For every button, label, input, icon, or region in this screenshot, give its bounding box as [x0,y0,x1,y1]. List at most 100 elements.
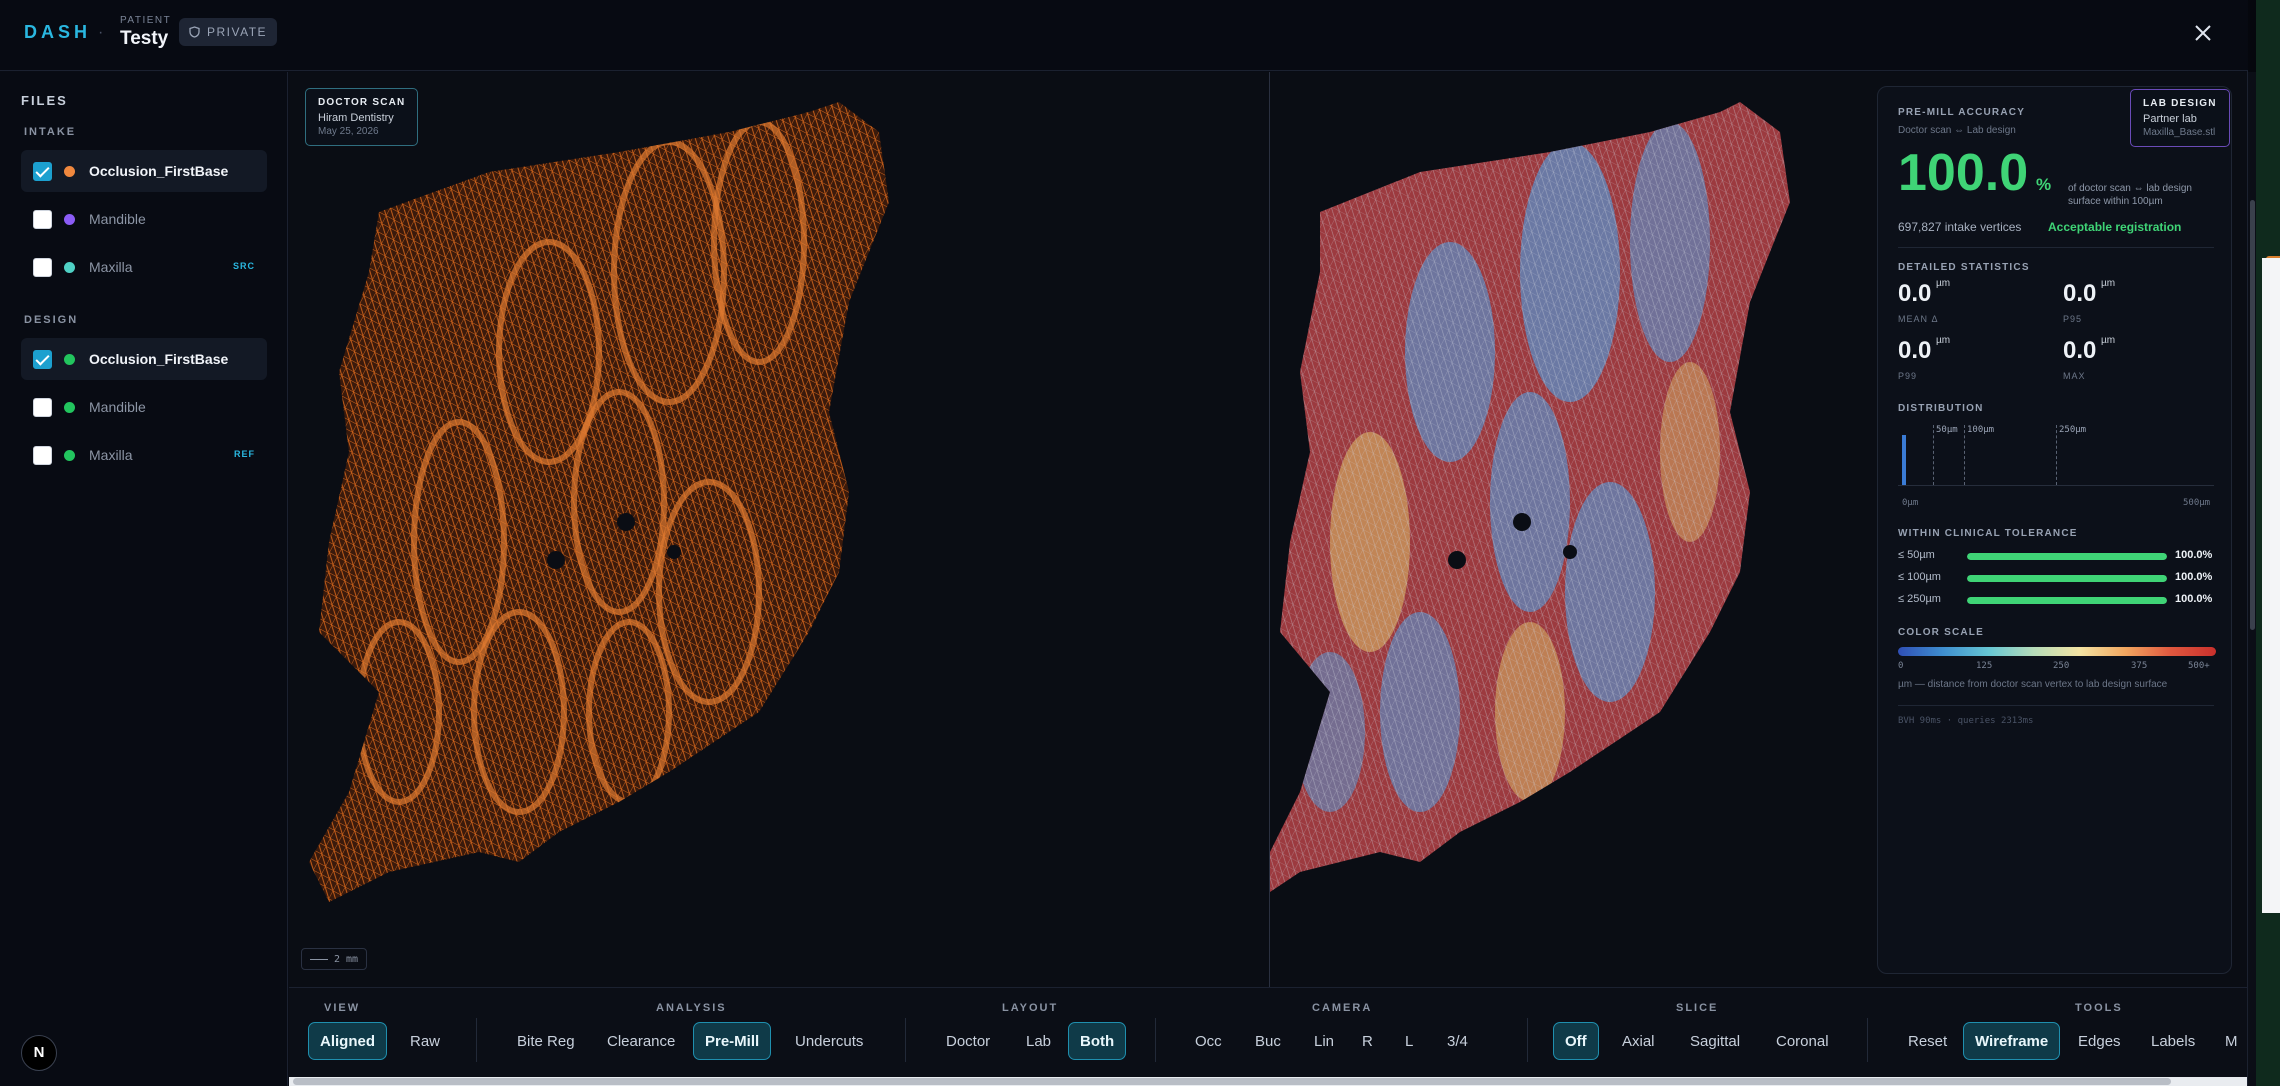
checkbox[interactable] [33,210,52,229]
vertical-scroll-thumb[interactable] [2250,200,2255,630]
src-tag: SRC [232,261,255,271]
analysis-clearance-button[interactable]: Clearance [595,1022,687,1060]
color-dot [64,354,75,365]
mark-50 [1933,425,1934,485]
camera-buc-button[interactable]: Buc [1243,1022,1293,1060]
analysis-undercuts-button[interactable]: Undercuts [783,1022,875,1060]
distribution-heading: DISTRIBUTION [1898,403,1984,414]
checkbox[interactable] [33,446,52,465]
nav-badge[interactable]: N [21,1035,57,1071]
tools-reset-button[interactable]: Reset [1896,1022,1959,1060]
slice-coronal-button[interactable]: Coronal [1764,1022,1841,1060]
file-name: Maxilla [89,447,133,463]
color-dot [64,166,75,177]
privacy-label: PRIVATE [207,25,268,39]
registration-status: Acceptable registration [2048,220,2182,234]
slice-axial-button[interactable]: Axial [1610,1022,1667,1060]
scale-tick-375: 375 [2131,661,2148,671]
file-item-design-mandible[interactable]: Mandible [21,386,267,428]
close-button[interactable] [2188,18,2218,48]
accuracy-unit: % [2036,175,2052,194]
layout-both-button[interactable]: Both [1068,1022,1127,1060]
dist-max-label: 500µm [2183,498,2211,508]
tools-edges-button[interactable]: Edges [2066,1022,2133,1060]
camera-occ-button[interactable]: Occ [1183,1022,1234,1060]
view-raw-button[interactable]: Raw [398,1022,452,1060]
doctor-scan-mesh[interactable] [289,72,1269,987]
slice-sagittal-button[interactable]: Sagittal [1678,1022,1752,1060]
analysis-bite-reg-button[interactable]: Bite Reg [505,1022,587,1060]
stat-max-label: MAX [2063,371,2086,381]
doctor-scan-label: DOCTOR SCAN Hiram Dentistry May 25, 2026 [305,88,419,146]
file-item-intake-mandible[interactable]: Mandible [21,198,267,240]
tools-more-button[interactable]: M [2213,1022,2239,1060]
scroll-thumb[interactable] [293,1078,2171,1085]
top-bar: DASH · PATIENT Testy PRIVATE [0,0,2248,71]
separator [905,1018,906,1062]
group-label-intake: INTAKE [24,126,77,138]
tools-wireframe-button[interactable]: Wireframe [1963,1022,2061,1060]
group-slice-label: SLICE [1676,1002,1719,1014]
file-name: Mandible [89,211,146,227]
file-item-intake-occlusion[interactable]: Occlusion_FirstBase [21,150,267,192]
separator [1527,1018,1528,1062]
color-scale-gradient [1898,647,2216,656]
horizontal-scrollbar[interactable] [289,1077,2247,1086]
layout-lab-button[interactable]: Lab [1014,1022,1063,1060]
checkbox[interactable] [33,162,52,181]
group-view-label: VIEW [324,1002,361,1014]
mark-250 [2056,425,2057,485]
file-name: Occlusion_FirstBase [89,351,229,367]
stat-max-unit: µm [2101,335,2116,346]
slice-off-button[interactable]: Off [1553,1022,1599,1060]
tools-labels-button[interactable]: Labels [2139,1022,2207,1060]
group-label-design: DESIGN [24,314,79,326]
camera-l-button[interactable]: L [1393,1022,1425,1060]
tol-50-bar [1967,553,2167,560]
stat-mean-label: MEAN Δ [1898,314,1939,324]
group-camera-label: CAMERA [1312,1002,1373,1014]
tol-250-label: ≤ 250µm [1898,593,1941,605]
files-sidebar: FILES INTAKE Occlusion_FirstBase Mandibl… [0,72,288,1086]
lab-design-label: LAB DESIGN Partner lab Maxilla_Base.stl [2130,89,2230,147]
divider [1898,705,2214,706]
lab-design-title: LAB DESIGN [2143,98,2217,109]
scale-bar: 2 mm [301,948,368,970]
scale-tick-250: 250 [2053,661,2070,671]
camera-lin-button[interactable]: Lin [1302,1022,1346,1060]
checkbox[interactable] [33,350,52,369]
color-dot [64,450,75,461]
background-panel [2262,258,2280,913]
divider [1898,247,2214,248]
separator [1155,1018,1156,1062]
bottom-toolbar: VIEW Aligned Raw ANALYSIS Bite Reg Clear… [289,987,2247,1077]
separator [476,1018,477,1062]
accuracy-description: of doctor scan ⇔ lab design surface with… [2068,183,2192,207]
tolerance-heading: WITHIN CLINICAL TOLERANCE [1898,528,2078,539]
doctor-clinic: Hiram Dentistry [318,112,394,124]
camera-r-button[interactable]: R [1350,1022,1385,1060]
axis-line [1898,485,2214,486]
lab-design-mesh[interactable] [1270,72,1830,987]
file-item-design-occlusion[interactable]: Occlusion_FirstBase [21,338,267,380]
color-dot [64,262,75,273]
accuracy-heading: PRE-MILL ACCURACY [1898,107,2026,118]
file-item-design-maxilla[interactable]: Maxilla REF [21,434,267,476]
checkbox[interactable] [33,398,52,417]
privacy-badge[interactable]: PRIVATE [179,18,278,46]
camera-3-4-button[interactable]: 3/4 [1435,1022,1480,1060]
file-item-intake-maxilla[interactable]: Maxilla SRC [21,246,267,288]
analysis-pre-mill-button[interactable]: Pre-Mill [693,1022,772,1060]
patient-label: PATIENT [120,15,172,26]
mark-250-label: 250µm [2059,425,2087,435]
stat-p99-value: 0.0 [1898,337,1932,364]
color-dot [64,402,75,413]
tol-100-bar [1967,575,2167,582]
scale-tick-0: 0 [1898,661,1904,671]
tol-50-value: 100.0% [2175,549,2213,561]
stat-p99-label: P99 [1898,371,1918,381]
view-aligned-button[interactable]: Aligned [308,1022,387,1060]
checkbox[interactable] [33,258,52,277]
stat-max-value: 0.0 [2063,337,2097,364]
layout-doctor-button[interactable]: Doctor [934,1022,1002,1060]
